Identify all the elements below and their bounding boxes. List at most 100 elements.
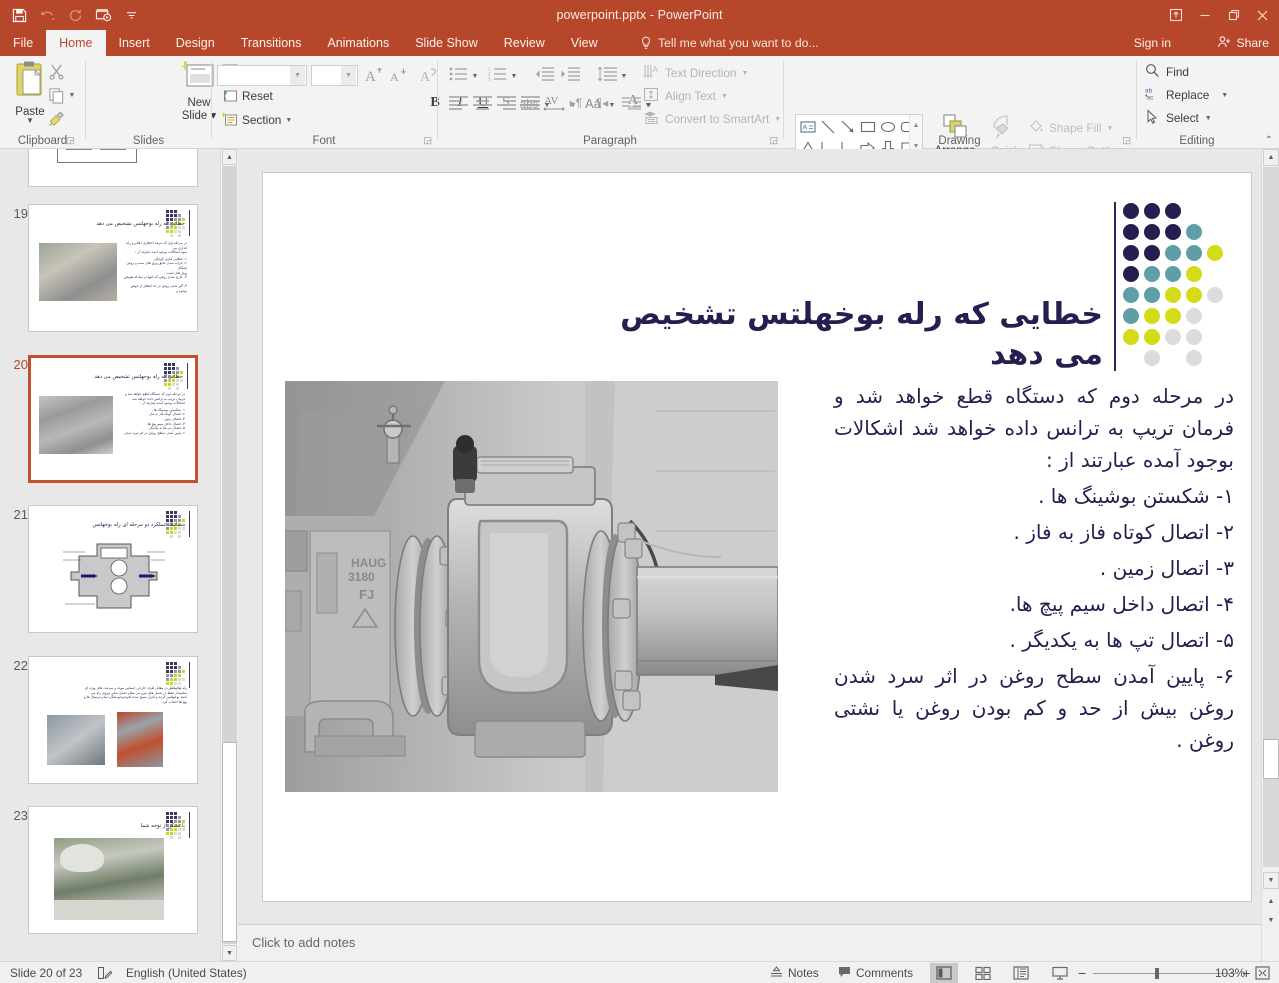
format-painter-icon[interactable] <box>44 108 68 130</box>
thumbnail-frame-21[interactable]: شماتیک عملکرد دو مرحله ای رله بوخهلتس <box>28 505 198 633</box>
copy-chevron-down-icon[interactable]: ▼ <box>66 84 78 106</box>
font-name-combobox[interactable]: ▼ <box>217 65 307 86</box>
clipboard-dialog-launcher[interactable]: ◲ <box>66 135 75 146</box>
align-text-button[interactable]: Align Text ▼ <box>643 86 728 106</box>
close-icon[interactable] <box>1248 0 1277 30</box>
font-name-chevron-down-icon[interactable]: ▼ <box>290 66 305 85</box>
numbering-chevron-down-icon[interactable]: ▼ <box>508 66 520 86</box>
slide-body-text[interactable]: در مرحله دوم که دستگاه قطع خواهد شد و فر… <box>834 380 1234 756</box>
collapse-ribbon-icon[interactable]: ⌃ <box>1265 135 1273 146</box>
columns-chevron-down-icon[interactable]: ▼ <box>541 95 553 115</box>
decrease-indent-button[interactable] <box>532 64 556 84</box>
paragraph-dialog-launcher[interactable]: ◲ <box>769 135 778 146</box>
convert-to-smartart-button[interactable]: Convert to SmartArt ▼ <box>643 109 781 129</box>
columns-button[interactable] <box>620 93 642 113</box>
slide-area-scrollbar[interactable]: ▲ ▼ ▲ ▼ <box>1261 149 1279 961</box>
increase-font-size-icon[interactable]: A <box>364 64 386 86</box>
notes-toggle-button[interactable]: Notes <box>770 962 819 983</box>
font-size-combobox[interactable]: ▼ <box>311 65 358 86</box>
line-spacing-button[interactable] <box>595 64 619 84</box>
copy-icon[interactable] <box>44 84 68 106</box>
align-center-button[interactable] <box>471 93 493 113</box>
restore-icon[interactable] <box>1219 0 1248 30</box>
buchholz-relay-photo[interactable]: HAUG 3180 FJ <box>285 381 778 792</box>
spell-check-icon[interactable] <box>97 962 112 983</box>
tab-design[interactable]: Design <box>163 30 228 56</box>
text-direction-button[interactable]: A Text Direction ▼ <box>643 63 748 83</box>
align-left-button[interactable] <box>447 93 469 113</box>
slide-sorter-view-button[interactable] <box>969 963 997 983</box>
paste-chevron-down-icon[interactable]: ▼ <box>26 117 34 125</box>
tab-view[interactable]: View <box>558 30 611 56</box>
tab-transitions[interactable]: Transitions <box>228 30 315 56</box>
fit-to-window-button[interactable] <box>1255 962 1270 983</box>
ltr-text-direction-button[interactable]: ▸¶ <box>564 93 588 113</box>
bullets-button[interactable] <box>447 64 469 84</box>
ribbon-display-options-icon[interactable] <box>1161 0 1190 30</box>
comments-toggle-button[interactable]: Comments <box>838 962 913 983</box>
shape-fill-button[interactable]: Shape Fill ▼ <box>1028 118 1113 138</box>
tab-animations[interactable]: Animations <box>314 30 402 56</box>
tab-review[interactable]: Review <box>491 30 558 56</box>
zoom-handle[interactable] <box>1155 967 1160 979</box>
textbox-shape-icon[interactable]: A <box>799 118 817 137</box>
undo-icon[interactable] <box>34 2 60 28</box>
previous-slide-double-icon[interactable]: ▲ <box>1263 893 1279 910</box>
thumb-scroll-up-icon[interactable]: ▲ <box>222 149 237 165</box>
replace-button[interactable]: ab ac Replace ▼ <box>1145 85 1228 105</box>
slide-edit-area[interactable]: خطایی که رله بوخهلتس تشخیص می دهد HAUG 3… <box>238 149 1261 924</box>
decrease-font-size-icon[interactable]: A <box>388 64 410 86</box>
notes-pane[interactable]: Click to add notes <box>238 924 1261 961</box>
slide-scroll-up-icon[interactable]: ▲ <box>1263 149 1279 166</box>
thumbnail-frame-23[interactable]: با تشکر از توجه شما <box>28 806 198 934</box>
thumb-scroll-handle[interactable] <box>222 742 237 942</box>
language-status[interactable]: English (United States) <box>126 962 247 983</box>
slide-title[interactable]: خطایی که رله بوخهلتس تشخیص می دهد <box>593 295 1103 375</box>
shapes-scroll-up-icon[interactable]: ▲ <box>910 115 922 136</box>
slide-scroll-handle[interactable] <box>1263 739 1279 779</box>
sign-in-button[interactable]: Sign in <box>1134 30 1171 56</box>
arrow-shape-icon[interactable] <box>839 118 857 137</box>
bullets-chevron-down-icon[interactable]: ▼ <box>469 66 481 86</box>
start-presentation-icon[interactable] <box>90 2 116 28</box>
thumbnail-frame-22[interactable]: رله بوخهلتس در مقابل افراد خارجی حساس نب… <box>28 656 198 784</box>
zoom-out-button[interactable]: − <box>1078 965 1086 981</box>
share-button[interactable]: Share <box>1217 30 1269 56</box>
font-dialog-launcher[interactable]: ◲ <box>423 135 432 146</box>
reading-view-button[interactable] <box>1007 963 1035 983</box>
increase-indent-button[interactable] <box>558 64 582 84</box>
current-slide[interactable]: خطایی که رله بوخهلتس تشخیص می دهد HAUG 3… <box>262 172 1252 902</box>
slide-show-view-button[interactable] <box>1046 963 1074 983</box>
zoom-level-label[interactable]: 103% <box>1215 962 1245 983</box>
customize-qat-icon[interactable] <box>118 2 144 28</box>
numbering-button[interactable]: 123 <box>486 64 508 84</box>
select-button[interactable]: Select ▼ <box>1145 108 1212 128</box>
find-button[interactable]: Find <box>1145 62 1189 82</box>
align-right-button[interactable] <box>495 93 517 113</box>
tab-file[interactable]: File <box>0 30 47 56</box>
line-spacing-chevron-down-icon[interactable]: ▼ <box>618 66 630 86</box>
save-icon[interactable] <box>6 2 32 28</box>
justify-button[interactable] <box>519 93 541 113</box>
line-shape-icon[interactable] <box>819 118 837 137</box>
zoom-track[interactable] <box>1093 967 1236 979</box>
tell-me-search[interactable]: Tell me what you want to do... <box>640 30 819 56</box>
rtl-text-direction-button[interactable]: ¶◂ <box>590 93 614 113</box>
cut-icon[interactable] <box>44 60 68 82</box>
tab-slide-show[interactable]: Slide Show <box>402 30 491 56</box>
thumbnail-frame-20[interactable]: خطایی که رله بوخهلتس تشخیص می دهد در مرح… <box>28 355 198 483</box>
rectangle-shape-icon[interactable] <box>859 118 877 137</box>
thumb-scroll-down-icon[interactable]: ▼ <box>222 945 237 961</box>
font-size-chevron-down-icon[interactable]: ▼ <box>341 66 356 85</box>
slide-thumbnail-panel[interactable]: 19 خطایی که رله بوخهلتس تشخیص می دهد در … <box>0 149 220 961</box>
thumbnail-panel-scrollbar[interactable]: ▲ ▼ <box>220 149 237 961</box>
redo-icon[interactable] <box>62 2 88 28</box>
previous-slide-icon[interactable]: ▼ <box>1263 872 1279 889</box>
ellipse-shape-icon[interactable] <box>879 118 897 137</box>
tab-insert[interactable]: Insert <box>106 30 163 56</box>
thumbnail-frame-19[interactable]: خطایی که رله بوخهلتس تشخیص می دهد در مرح… <box>28 204 198 332</box>
thumb-scroll-track[interactable] <box>222 166 237 944</box>
tab-home[interactable]: Home <box>46 30 106 56</box>
minimize-icon[interactable] <box>1190 0 1219 30</box>
next-slide-double-icon[interactable]: ▼ <box>1263 912 1279 929</box>
